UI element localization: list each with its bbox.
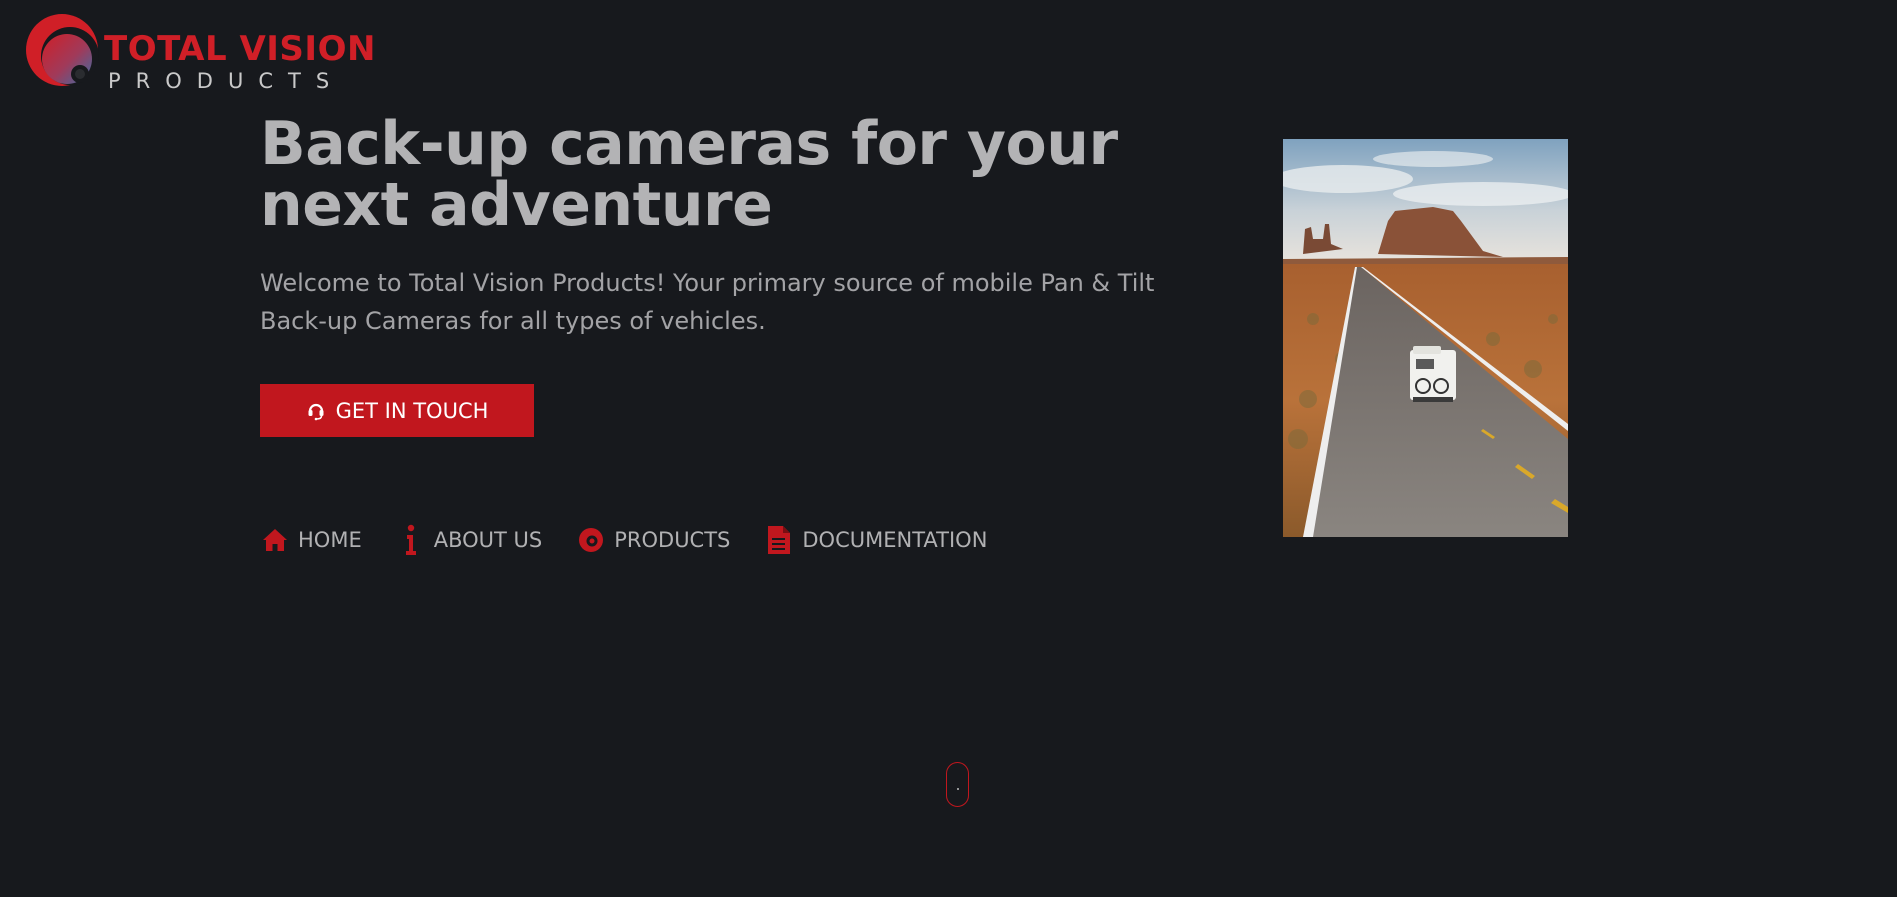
scroll-down-indicator[interactable] [946, 762, 969, 807]
get-in-touch-button[interactable]: GET IN TOUCH [260, 384, 534, 437]
scroll-dot [956, 788, 959, 790]
nav-item-about-us-label: ABOUT US [433, 528, 543, 552]
nav-item-products[interactable]: PRODUCTS [576, 525, 730, 555]
logo-wordmark-top: TOTAL VISION [104, 29, 376, 69]
logo-wordmark-bottom: PRODUCTS [108, 69, 345, 93]
logo-lens-icon [26, 14, 99, 86]
get-in-touch-label: GET IN TOUCH [335, 398, 489, 423]
hero-subtitle: Welcome to Total Vision Products! Your p… [260, 269, 1155, 335]
nav-item-documentation-label: DOCUMENTATION [802, 528, 988, 552]
nav-item-home-label: HOME [298, 528, 362, 552]
hero-title: Back-up cameras for your next adventure [260, 109, 1118, 240]
nav-item-products-label: PRODUCTS [614, 528, 731, 552]
home-icon [260, 525, 290, 555]
nav-item-documentation[interactable]: DOCUMENTATION [764, 525, 987, 555]
main-nav: HOME ABOUT US PRODUCTS DOCUMENTATION [260, 522, 1021, 558]
brand-logo[interactable]: TOTAL VISION PRODUCTS [24, 12, 375, 93]
headset-icon [308, 403, 324, 420]
document-icon [764, 525, 794, 555]
info-icon [396, 524, 426, 555]
nav-item-about-us[interactable]: ABOUT US [396, 524, 543, 555]
nav-item-home[interactable]: HOME [260, 525, 362, 555]
hero-photo-rv-desert-road [1283, 139, 1568, 537]
page: TOTAL VISION PRODUCTS Back-up cameras fo… [0, 0, 1897, 897]
camera-lens-icon [576, 525, 606, 555]
